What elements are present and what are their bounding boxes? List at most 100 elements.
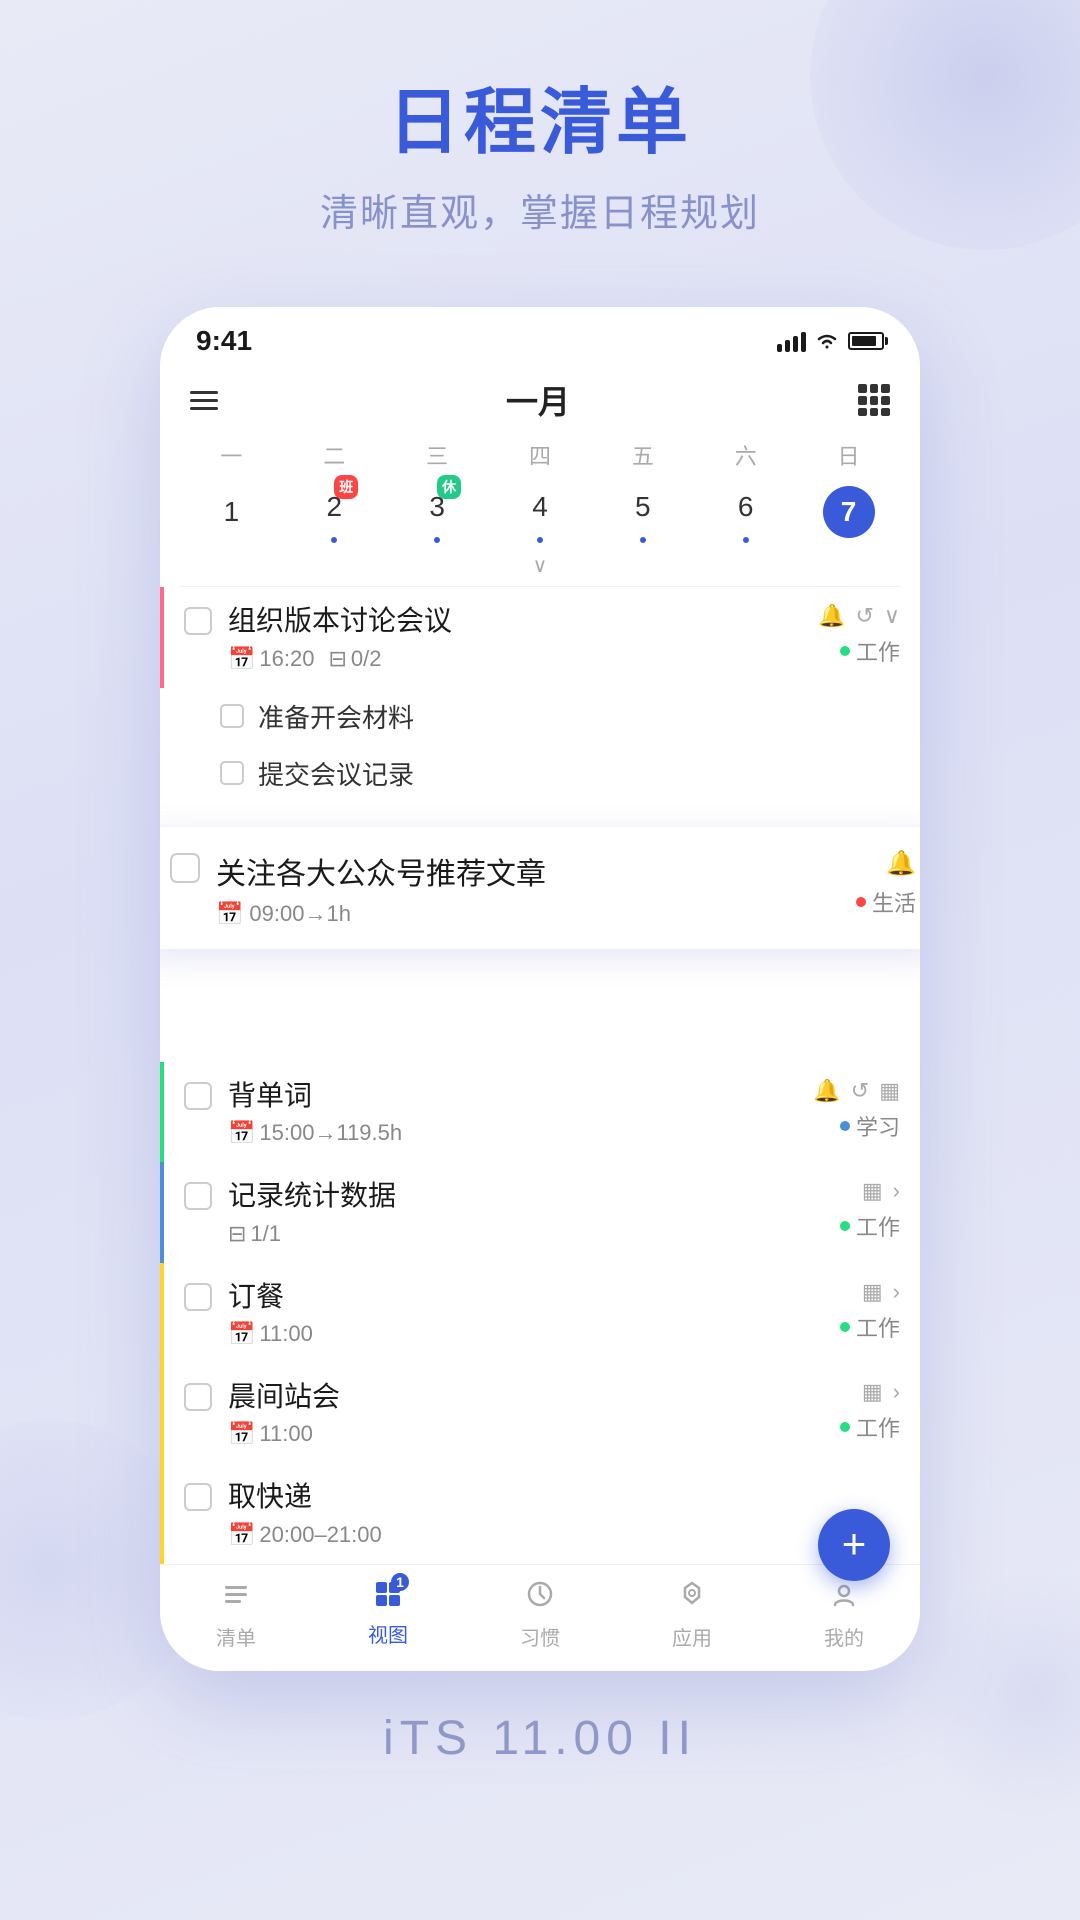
wifi-icon (814, 331, 840, 351)
task-checkbox-3[interactable] (184, 1182, 212, 1210)
task-list: 组织版本讨论会议 📅 16:20 ⊟ 0/2 🔔 (160, 587, 920, 1563)
signal-icon (777, 330, 806, 352)
arrow-icon-4[interactable]: › (893, 1279, 900, 1305)
tab-badge-view: 1 (391, 1573, 409, 1591)
tab-item-list[interactable]: 清单 (160, 1579, 312, 1651)
task-time-5: 📅 11:00 (228, 1421, 313, 1447)
task-item-3[interactable]: 记录统计数据 ⊟ 1/1 ▦ › 工作 (160, 1162, 920, 1262)
tag-text-4: 工作 (856, 1311, 900, 1343)
fab-add-button[interactable]: + (818, 1509, 890, 1581)
app-header: 一月 (160, 367, 920, 433)
task-content-4: 订餐 📅 11:00 (228, 1279, 830, 1347)
task-checkbox-1[interactable] (184, 607, 212, 635)
page-header: 日程清单 清晰直观，掌握日程规划 (0, 0, 1080, 277)
task-meta-4: 📅 11:00 (228, 1321, 830, 1347)
subtask-1-1[interactable]: 准备开会材料 (160, 688, 920, 745)
tag-dot-1 (840, 646, 850, 656)
tab-label-habit: 习惯 (520, 1622, 560, 1651)
tab-icon-list (221, 1579, 251, 1617)
task-title-5: 晨间站会 (228, 1379, 830, 1415)
alarm-icon-2: 🔔 (813, 1078, 840, 1104)
grid-icon-5: ▦ (862, 1379, 883, 1405)
task-tag-4: 工作 (840, 1311, 900, 1343)
task-content-3: 记录统计数据 ⊟ 1/1 (228, 1178, 830, 1246)
task-checkbox-5[interactable] (184, 1383, 212, 1411)
floating-content: 关注各大公众号推荐文章 📅 09:00→1h (216, 849, 840, 927)
arrow-icon-5[interactable]: › (893, 1379, 900, 1405)
phone-mockup: 9:41 (160, 307, 920, 1670)
tab-icon-apps (677, 1579, 707, 1617)
task-item-1[interactable]: 组织版本讨论会议 📅 16:20 ⊟ 0/2 🔔 (160, 587, 920, 687)
task-meta-3: ⊟ 1/1 (228, 1221, 830, 1247)
bottom-label: iTS 11.00 II (0, 1671, 1080, 1786)
task-time-2: 📅 15:00→119.5h (228, 1120, 402, 1146)
task-content-2: 背单词 📅 15:00→119.5h (228, 1078, 803, 1146)
day-6[interactable]: 6 (694, 481, 797, 543)
tab-item-view[interactable]: 1 视图 (312, 1579, 464, 1651)
battery-icon (848, 332, 884, 350)
task-meta-5: 📅 11:00 (228, 1421, 830, 1447)
task-item-2[interactable]: 背单词 📅 15:00→119.5h 🔔 ↺ ▦ (160, 1062, 920, 1162)
task-item-4[interactable]: 订餐 📅 11:00 ▦ › 工作 (160, 1263, 920, 1363)
subtask-title-1-1: 准备开会材料 (258, 698, 414, 735)
arrow-icon-3[interactable]: › (893, 1178, 900, 1204)
tag-text-1: 工作 (856, 635, 900, 667)
floating-right: 🔔 生活 (856, 849, 916, 918)
repeat-icon-1: ↺ (855, 603, 873, 629)
task-item-5[interactable]: 晨间站会 📅 11:00 ▦ › 工作 (160, 1363, 920, 1463)
tab-icon-habit (525, 1579, 555, 1617)
task-actions-5: ▦ › (862, 1379, 900, 1405)
task-actions-1: 🔔 ↺ ∨ (818, 603, 900, 629)
task-right-5: ▦ › 工作 (840, 1379, 900, 1443)
task-right-1: 🔔 ↺ ∨ 工作 (818, 603, 900, 667)
calendar-view-icon[interactable] (858, 384, 890, 416)
day-5[interactable]: 5 (591, 481, 694, 543)
task-checkbox-2[interactable] (184, 1082, 212, 1110)
calendar-expand-arrow[interactable]: ∨ (160, 551, 920, 586)
calendar-days-row: 1 2 班 3 休 4 5 (160, 477, 920, 551)
weekday-sun: 日 (797, 439, 900, 471)
expand-icon-1[interactable]: ∨ (884, 603, 900, 629)
day-4[interactable]: 4 (489, 481, 592, 543)
day-3[interactable]: 3 休 (386, 481, 489, 543)
task-meta-6: 📅 20:00–21:00 (228, 1522, 890, 1548)
task-content-1: 组织版本讨论会议 📅 16:20 ⊟ 0/2 (228, 603, 808, 671)
menu-icon[interactable] (190, 391, 218, 410)
tab-label-view: 视图 (368, 1619, 408, 1648)
month-title: 一月 (506, 377, 570, 423)
task-tag-3: 工作 (840, 1210, 900, 1242)
floating-checkbox[interactable] (170, 853, 200, 883)
grid-icon-4: ▦ (862, 1279, 883, 1305)
task-right-4: ▦ › 工作 (840, 1279, 900, 1343)
tab-item-profile[interactable]: 我的 (768, 1579, 920, 1651)
task-title-4: 订餐 (228, 1279, 830, 1315)
fab-plus-icon: + (842, 1523, 867, 1565)
subtask-1-2[interactable]: 提交会议记录 (160, 745, 920, 802)
day-1[interactable]: 1 (180, 486, 283, 538)
task-item-6[interactable]: 取快递 📅 20:00–21:00 (160, 1463, 920, 1563)
floating-tag-text: 生活 (872, 886, 916, 918)
task-title-6: 取快递 (228, 1479, 890, 1515)
week-header: 一 二 三 四 五 六 日 (160, 433, 920, 477)
day-2[interactable]: 2 班 (283, 481, 386, 543)
day-7[interactable]: 7 (797, 486, 900, 538)
subtask-checkbox-1-2[interactable] (220, 761, 244, 785)
repeat-icon-2: ↺ (851, 1078, 869, 1104)
task-tag-5: 工作 (840, 1411, 900, 1443)
floating-tag-dot (856, 897, 866, 907)
grid-icon-3: ▦ (862, 1178, 883, 1204)
task-checkbox-4[interactable] (184, 1283, 212, 1311)
floating-title: 关注各大公众号推荐文章 (216, 849, 840, 893)
task-tag-1: 工作 (840, 635, 900, 667)
task-checkbox-6[interactable] (184, 1483, 212, 1511)
tab-label-profile: 我的 (824, 1622, 864, 1651)
tab-item-habit[interactable]: 习惯 (464, 1579, 616, 1651)
tab-label-list: 清单 (216, 1622, 256, 1651)
floating-card: 关注各大公众号推荐文章 📅 09:00→1h 🔔 生活 (160, 827, 920, 949)
tag-dot-2 (840, 1121, 850, 1131)
task-actions-3: ▦ › (862, 1178, 900, 1204)
page-title: 日程清单 (0, 80, 1080, 166)
tab-item-apps[interactable]: 应用 (616, 1579, 768, 1651)
task-tag-2: 学习 (840, 1110, 900, 1142)
subtask-checkbox-1-1[interactable] (220, 704, 244, 728)
